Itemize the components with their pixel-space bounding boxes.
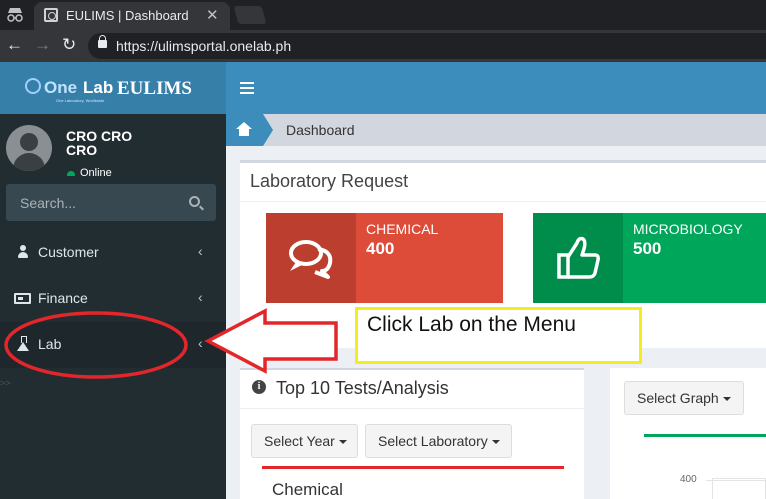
annotation-overlay (4, 308, 338, 379)
highlight-ellipse (4, 311, 188, 379)
annotation-arrow (204, 308, 338, 374)
annotation-callout: Click Lab on the Menu (355, 307, 642, 364)
annotation-text: Click Lab on the Menu (367, 313, 576, 336)
